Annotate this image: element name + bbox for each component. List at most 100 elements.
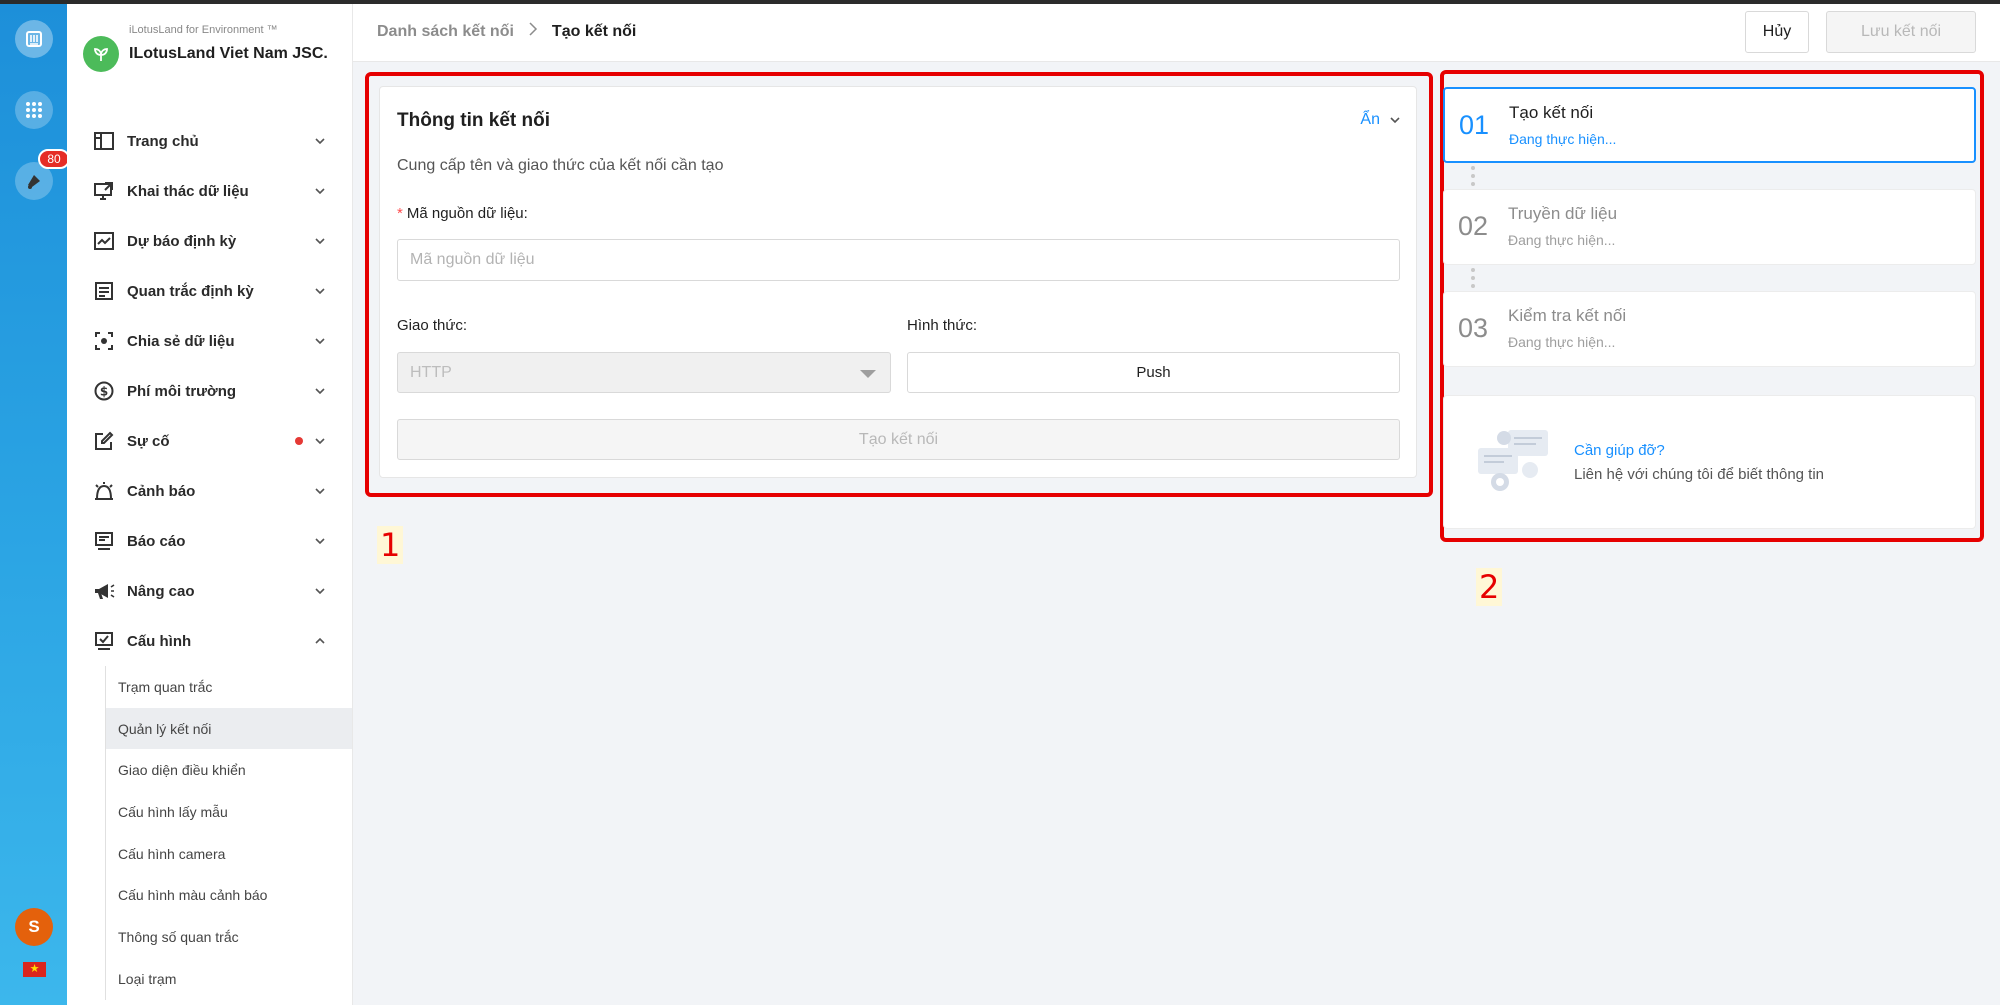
chevron-down-icon	[315, 488, 325, 495]
sidebar-item-label: Phí môi trường	[127, 382, 237, 400]
sidebar-item-label: Cấu hình	[127, 632, 192, 650]
push-option-button[interactable]: Push	[907, 352, 1400, 393]
breadcrumb: Danh sách kết nối Tạo kết nối	[377, 22, 636, 41]
notification-count-badge: 80	[38, 149, 70, 169]
monitor-export-icon	[93, 180, 115, 202]
submenu-item-tram-quan-trac[interactable]: Trạm quan trắc	[106, 666, 352, 708]
list-form-icon	[93, 280, 115, 302]
help-title-link[interactable]: Cần giúp đỡ?	[1574, 442, 1665, 459]
sidebar: iLotusLand for Environment ™ ILotusLand …	[67, 4, 353, 1005]
step-title: Kiểm tra kết nối	[1508, 306, 1627, 325]
sidebar-item-su-co[interactable]: Sự cố	[67, 416, 352, 466]
report-monitor-icon	[93, 530, 115, 552]
submenu-item-cau-hinh-mau-canh-bao[interactable]: Cấu hình màu cảnh báo	[106, 874, 352, 916]
step-title: Truyền dữ liệu	[1508, 204, 1618, 223]
sidebar-item-chia-se[interactable]: Chia sẻ dữ liệu	[67, 316, 352, 366]
sidebar-item-du-bao[interactable]: Dự báo định kỳ	[67, 216, 352, 266]
sidebar-item-label: Chia sẻ dữ liệu	[127, 332, 235, 350]
chevron-down-icon	[315, 588, 325, 595]
chevron-down-icon	[315, 238, 325, 245]
step-status: Đang thực hiện...	[1509, 131, 1617, 147]
submenu-item-giao-dien-dieu-khien[interactable]: Giao diện điều khiển	[106, 749, 352, 791]
sidebar-item-phi-moi-truong[interactable]: $ Phí môi trường	[67, 366, 352, 416]
step-connector	[1471, 166, 1475, 186]
step-2[interactable]: 02 Truyền dữ liệu Đang thực hiện...	[1443, 189, 1976, 265]
source-code-label-text: Mã nguồn dữ liệu:	[406, 205, 528, 222]
dashboard-icon	[93, 130, 115, 152]
caret-down-icon	[860, 370, 876, 378]
sidebar-item-label: Báo cáo	[127, 532, 186, 550]
step-status: Đang thực hiện...	[1508, 334, 1616, 350]
sidebar-item-label: Dự báo định kỳ	[127, 232, 237, 250]
sidebar-item-label: Cảnh báo	[127, 482, 196, 500]
sidebar-item-cau-hinh[interactable]: Cấu hình	[67, 616, 352, 666]
breadcrumb-separator-icon	[528, 22, 538, 41]
chevron-down-icon	[315, 338, 325, 345]
sidebar-item-quan-trac[interactable]: Quan trắc định kỳ	[67, 266, 352, 316]
user-avatar[interactable]: S	[15, 908, 53, 946]
hide-toggle[interactable]: Ẩn	[1360, 111, 1402, 129]
config-monitor-icon	[93, 630, 115, 652]
vietnam-flag-icon[interactable]: ★	[23, 962, 46, 977]
sidebar-item-label: Sự cố	[127, 432, 170, 450]
submenu-item-cau-hinh-lay-mau[interactable]: Cấu hình lấy mẫu	[106, 791, 352, 833]
annotation-label-2: 2	[1476, 568, 1503, 606]
dollar-icon: $	[93, 380, 115, 402]
step-number: 01	[1459, 110, 1490, 140]
card-title: Thông tin kết nối	[397, 110, 551, 131]
step-number: 03	[1458, 313, 1489, 343]
sidebar-item-bao-cao[interactable]: Báo cáo	[67, 516, 352, 566]
megaphone-icon	[93, 580, 115, 602]
sidebar-item-canh-bao[interactable]: Cảnh báo	[67, 466, 352, 516]
step-title: Tạo kết nối	[1509, 103, 1594, 122]
leaf-logo-icon	[83, 36, 119, 72]
submenu-item-quan-ly-ket-noi[interactable]: Quản lý kết nối	[106, 707, 352, 750]
submenu-item-thong-so-quan-trac[interactable]: Thông số quan trắc	[106, 916, 352, 958]
page-header: Danh sách kết nối Tạo kết nối Hủy Lưu kế…	[353, 4, 2000, 62]
sidebar-item-label: Khai thác dữ liệu	[127, 182, 249, 200]
breadcrumb-current: Tạo kết nối	[551, 22, 637, 40]
config-submenu: Trạm quan trắc Quản lý kết nối Giao diện…	[105, 666, 352, 1000]
focus-share-icon	[93, 330, 115, 352]
sidebar-menu: Trang chủ Khai thác dữ liệu Dự báo định …	[67, 116, 352, 1000]
svg-text:$: $	[100, 385, 108, 399]
chevron-down-icon	[315, 538, 325, 545]
card-description: Cung cấp tên và giao thức của kết nối cầ…	[397, 157, 724, 174]
brand-tagline: iLotusLand for Environment ™	[129, 24, 278, 36]
submenu-item-cau-hinh-camera[interactable]: Cấu hình camera	[106, 833, 352, 875]
chevron-up-icon	[315, 637, 325, 644]
sidebar-item-label: Trang chủ	[127, 132, 199, 150]
protocol-label: Giao thức:	[397, 317, 468, 334]
sidebar-item-trang-chu[interactable]: Trang chủ	[67, 116, 352, 166]
chevron-down-icon	[1390, 117, 1400, 124]
chevron-down-icon	[315, 138, 325, 145]
alert-dot	[295, 437, 303, 445]
save-connection-button[interactable]: Lưu kết nối	[1826, 11, 1976, 53]
step-3[interactable]: 03 Kiểm tra kết nối Đang thực hiện...	[1443, 291, 1976, 367]
organization-name: ILotusLand Viet Nam JSC.	[129, 45, 328, 62]
apps-grid-icon[interactable]	[15, 91, 53, 129]
app-logo-icon[interactable]	[15, 20, 53, 58]
sidebar-item-khai-thac[interactable]: Khai thác dữ liệu	[67, 166, 352, 216]
connection-info-card: Thông tin kết nối Ẩn Cung cấp tên và gia…	[379, 86, 1417, 478]
chevron-down-icon	[315, 288, 325, 295]
breadcrumb-parent-link[interactable]: Danh sách kết nối	[377, 23, 514, 41]
alarm-bell-icon	[93, 480, 115, 502]
chevron-down-icon	[315, 188, 325, 195]
chevron-down-icon	[315, 388, 325, 395]
sidebar-item-nang-cao[interactable]: Nâng cao	[67, 566, 352, 616]
create-connection-button[interactable]: Tạo kết nối	[397, 419, 1400, 460]
cancel-button[interactable]: Hủy	[1745, 11, 1809, 53]
line-chart-icon	[93, 230, 115, 252]
source-code-input[interactable]	[397, 239, 1400, 281]
help-card[interactable]: Cần giúp đỡ? Liên hệ với chúng tôi để bi…	[1443, 395, 1976, 529]
help-subtitle: Liên hệ với chúng tôi để biết thông tin	[1574, 466, 1825, 483]
chevron-down-icon	[315, 438, 325, 445]
annotation-label-1: 1	[377, 526, 404, 564]
protocol-select[interactable]: HTTP	[397, 352, 891, 393]
form-type-label: Hình thức:	[907, 317, 978, 334]
submenu-item-loai-tram[interactable]: Loại trạm	[106, 958, 352, 1000]
step-1[interactable]: 01 Tạo kết nối Đang thực hiện...	[1443, 87, 1976, 163]
source-code-label: * Mã nguồn dữ liệu:	[397, 205, 528, 222]
hide-label: Ẩn	[1360, 111, 1380, 128]
